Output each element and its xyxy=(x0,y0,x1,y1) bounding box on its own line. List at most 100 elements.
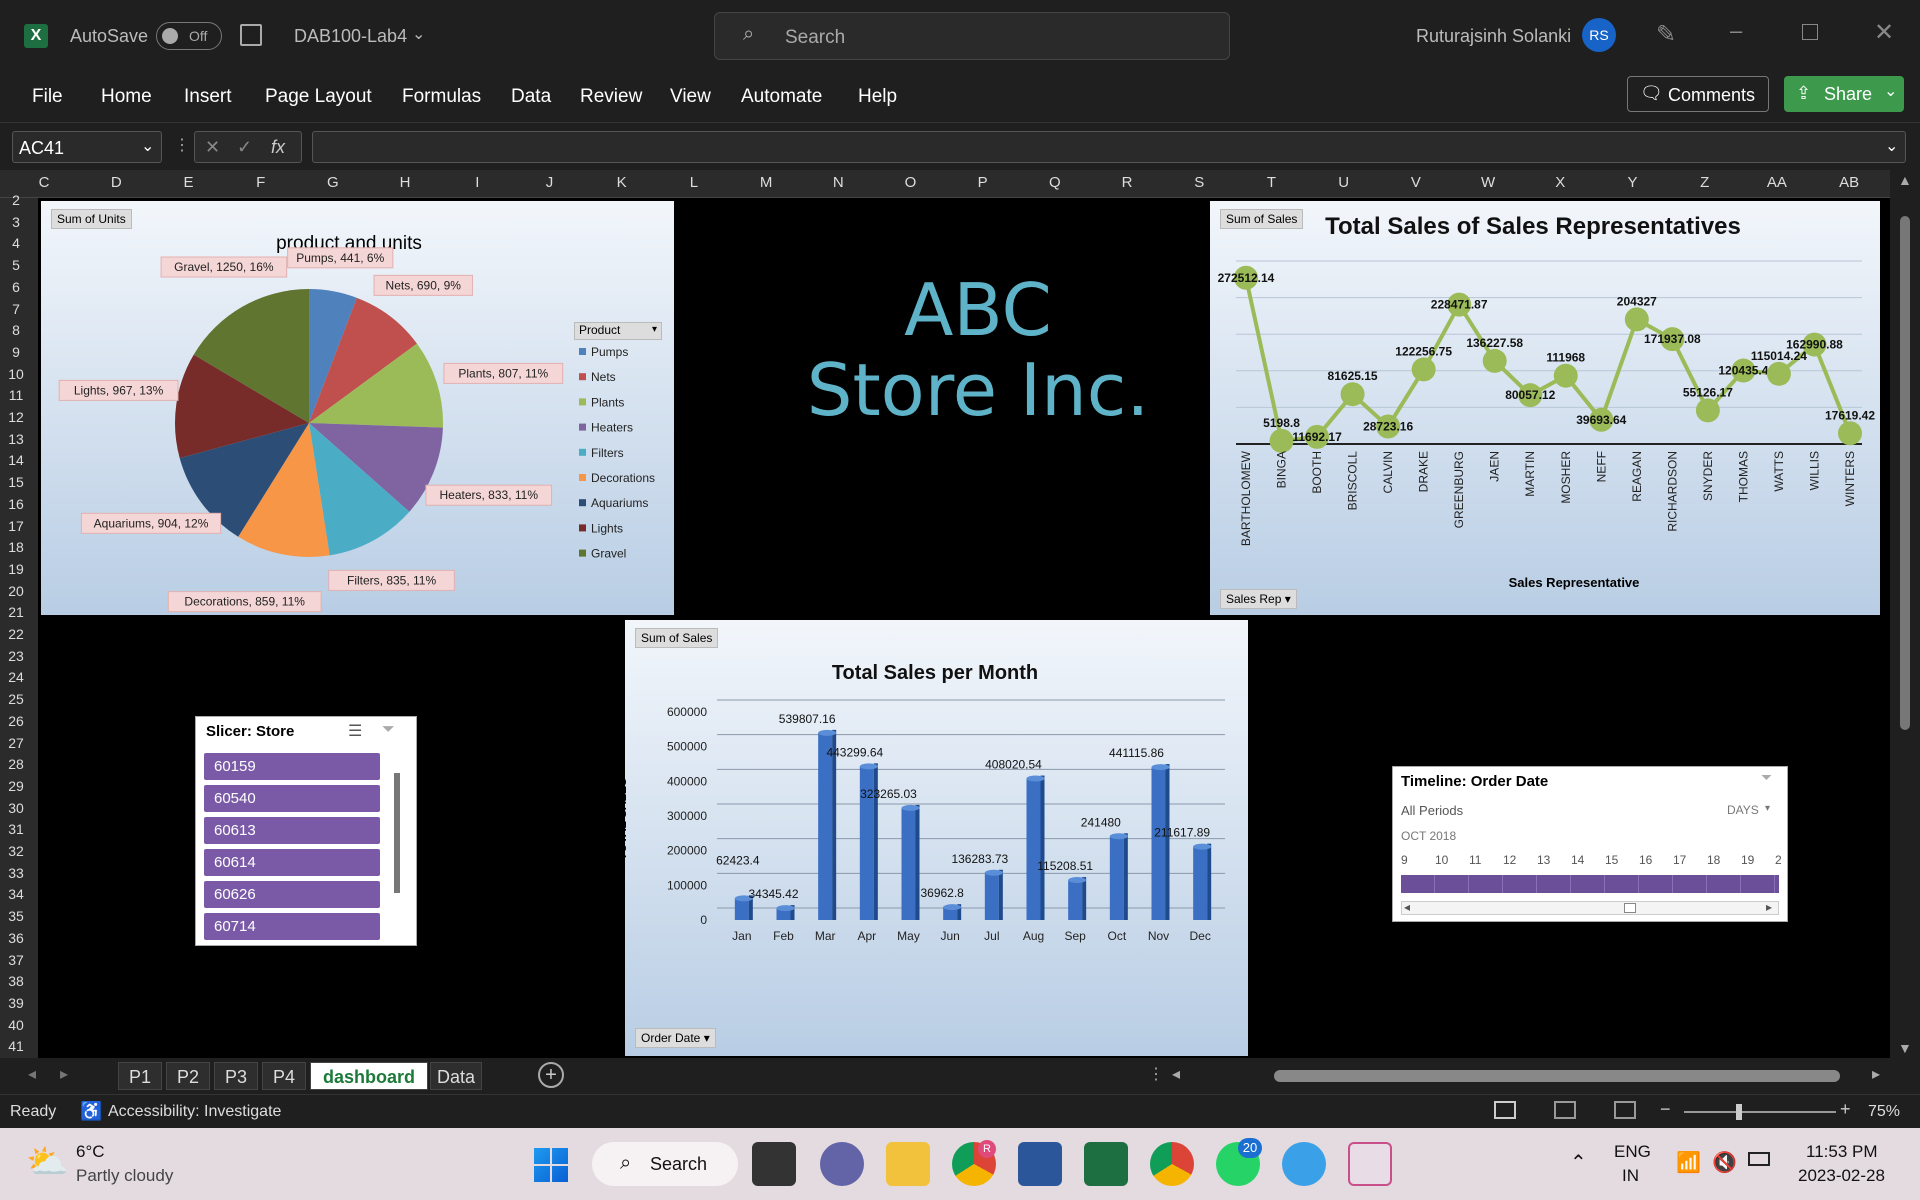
zoom-level[interactable]: 75% xyxy=(1868,1103,1900,1121)
autosave-toggle[interactable]: Off xyxy=(156,22,222,50)
legend-item[interactable]: Plants xyxy=(579,395,624,409)
timeline-day[interactable]: 11 xyxy=(1469,853,1481,867)
snipping-tool-icon[interactable] xyxy=(1348,1142,1392,1186)
legend-item[interactable]: Pumps xyxy=(579,345,628,359)
tab-review[interactable]: Review xyxy=(580,86,642,108)
task-view-icon[interactable] xyxy=(752,1142,796,1186)
timeline-bar[interactable] xyxy=(1401,875,1779,893)
sheet-tab[interactable]: P4 xyxy=(262,1062,306,1090)
slicer-item[interactable]: 60626 xyxy=(204,881,380,908)
line-point[interactable] xyxy=(1624,307,1649,332)
column-header[interactable]: G xyxy=(297,174,369,191)
wifi-icon[interactable]: 📶 xyxy=(1676,1150,1701,1175)
chrome-icon[interactable] xyxy=(1150,1142,1194,1186)
column-header[interactable]: Q xyxy=(1019,174,1091,191)
legend-item[interactable]: Heaters xyxy=(579,421,633,435)
line-point[interactable] xyxy=(1411,357,1436,382)
row-header[interactable]: 29 xyxy=(0,778,32,794)
chevron-down-icon[interactable]: ⌄ xyxy=(1885,136,1898,156)
sheet-tab[interactable]: P3 xyxy=(214,1062,258,1090)
row-header[interactable]: 33 xyxy=(0,865,32,881)
tab-automate[interactable]: Automate xyxy=(741,86,822,108)
timeline-unit[interactable]: DAYS xyxy=(1727,803,1759,817)
tab-home[interactable]: Home xyxy=(101,86,152,108)
legend-item[interactable]: Lights xyxy=(579,521,623,535)
normal-view-icon[interactable] xyxy=(1494,1101,1516,1119)
line-point[interactable] xyxy=(1838,421,1862,446)
column-header[interactable]: Z xyxy=(1669,174,1741,191)
tab-data[interactable]: Data xyxy=(511,86,551,108)
accessibility-icon[interactable]: ♿ xyxy=(80,1101,102,1122)
scroll-thumb[interactable] xyxy=(1624,903,1636,913)
column-header[interactable]: H xyxy=(369,174,441,191)
volume-icon[interactable]: 🔇 xyxy=(1712,1150,1737,1175)
weather-desc[interactable]: Partly cloudy xyxy=(76,1166,173,1186)
tab-formulas[interactable]: Formulas xyxy=(402,86,481,108)
legend-item[interactable]: Gravel xyxy=(579,547,626,561)
row-header[interactable]: 25 xyxy=(0,691,32,707)
timeline-scrollbar[interactable]: ◂ ▸ xyxy=(1401,900,1779,915)
search-box[interactable]: ⌕ Search xyxy=(714,12,1230,60)
slicer-item[interactable]: 60159 xyxy=(204,753,380,780)
column-header[interactable]: O xyxy=(874,174,946,191)
line-point[interactable] xyxy=(1766,361,1791,386)
slicer-item[interactable]: 60540 xyxy=(204,785,380,812)
pen-icon[interactable]: ✎ xyxy=(1656,20,1676,49)
vertical-scrollbar[interactable]: ▲ ▼ xyxy=(1890,170,1920,1058)
chevron-up-icon[interactable]: ⌃ xyxy=(1570,1150,1587,1175)
zoom-slider[interactable] xyxy=(1684,1104,1836,1120)
start-icon[interactable] xyxy=(534,1148,568,1182)
row-header[interactable]: 36 xyxy=(0,930,32,946)
slicer-scrollbar[interactable] xyxy=(394,773,400,893)
timeline-day[interactable]: 14 xyxy=(1571,853,1584,867)
sheet-tab[interactable]: Data xyxy=(430,1062,482,1090)
enter-icon[interactable]: ✓ xyxy=(237,137,252,158)
store-slicer[interactable]: Slicer: Store ☰ ⏷ 60159 60540 60613 60614 60… xyxy=(195,716,417,946)
timeline-day[interactable]: 10 xyxy=(1435,853,1448,867)
word-icon[interactable] xyxy=(1018,1142,1062,1186)
timeline-day[interactable]: 2 xyxy=(1775,853,1782,867)
bar[interactable] xyxy=(1068,877,1087,920)
scroll-left-icon[interactable]: ◂ xyxy=(1404,900,1410,914)
column-header[interactable]: AA xyxy=(1741,174,1813,191)
line-point[interactable] xyxy=(1553,363,1578,388)
row-header[interactable]: 3 xyxy=(0,214,32,230)
weather-temp[interactable]: 6°C xyxy=(76,1142,105,1162)
column-header[interactable]: E xyxy=(152,174,224,191)
timeline-day[interactable]: 19 xyxy=(1741,853,1754,867)
comments-button[interactable]: 🗨 Comments xyxy=(1627,76,1769,112)
row-header[interactable]: 2 xyxy=(0,192,32,208)
column-header[interactable]: U xyxy=(1308,174,1380,191)
tab-insert[interactable]: Insert xyxy=(184,86,232,108)
accessibility-status[interactable]: Accessibility: Investigate xyxy=(108,1103,281,1121)
hscroll-right-icon[interactable]: ▸ xyxy=(1872,1064,1880,1084)
timeline-day[interactable]: 17 xyxy=(1673,853,1686,867)
row-header[interactable]: 22 xyxy=(0,626,32,642)
bar[interactable] xyxy=(1026,775,1045,920)
row-header[interactable]: 19 xyxy=(0,561,32,577)
legend-item[interactable]: Nets xyxy=(579,370,616,384)
legend-product-button[interactable]: Product ▾ xyxy=(574,322,662,340)
tab-next-icon[interactable]: ▸ xyxy=(60,1064,68,1084)
row-header[interactable]: 7 xyxy=(0,301,32,317)
tab-view[interactable]: View xyxy=(670,86,711,108)
teams-icon[interactable] xyxy=(820,1142,864,1186)
bar[interactable] xyxy=(943,904,962,920)
page-layout-view-icon[interactable] xyxy=(1554,1101,1576,1119)
column-header[interactable]: R xyxy=(1091,174,1163,191)
row-header[interactable]: 10 xyxy=(0,366,32,382)
clear-filter-icon[interactable]: ⏷ xyxy=(1761,769,1772,786)
row-header[interactable]: 24 xyxy=(0,669,32,685)
row-header[interactable]: 30 xyxy=(0,800,32,816)
slicer-item[interactable]: 60613 xyxy=(204,817,380,844)
column-header[interactable]: AB xyxy=(1813,174,1885,191)
line-point[interactable] xyxy=(1482,348,1507,373)
battery-icon[interactable] xyxy=(1748,1152,1770,1166)
row-header[interactable]: 8 xyxy=(0,322,32,338)
column-header[interactable]: D xyxy=(80,174,152,191)
order-date-button[interactable]: Order Date ▾ xyxy=(635,1028,716,1048)
sheet-tab[interactable]: P2 xyxy=(166,1062,210,1090)
formula-input[interactable]: ⌄ xyxy=(312,131,1906,163)
page-break-view-icon[interactable] xyxy=(1614,1101,1636,1119)
chevron-down-icon[interactable]: ⌄ xyxy=(1884,81,1897,101)
